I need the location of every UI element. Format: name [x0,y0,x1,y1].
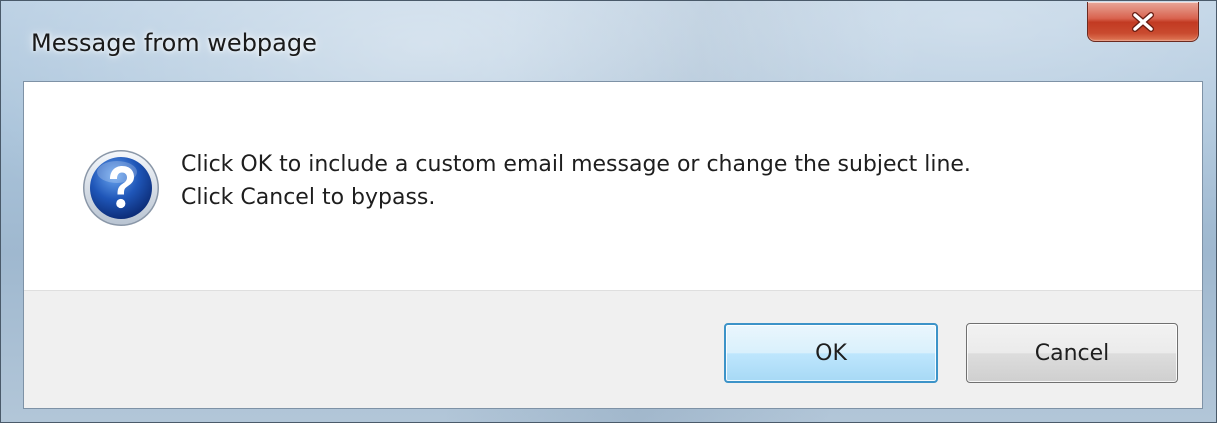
button-bar: OK Cancel [24,290,1202,408]
title-bar[interactable]: Message from webpage [1,1,1216,81]
message-area: Click OK to include a custom email messa… [24,82,1202,290]
message-line-1: Click OK to include a custom email messa… [181,152,971,177]
dialog-window: Message from webpage Click OK to include… [0,0,1217,423]
close-button[interactable] [1087,2,1199,42]
question-icon [83,150,159,226]
message-text: Click OK to include a custom email messa… [181,148,971,214]
message-line-2: Click Cancel to bypass. [181,185,436,210]
cancel-button[interactable]: Cancel [966,323,1178,383]
ok-button[interactable]: OK [724,323,938,383]
dialog-content: Click OK to include a custom email messa… [23,81,1203,409]
close-x-icon [1132,11,1154,32]
window-title: Message from webpage [31,29,317,57]
